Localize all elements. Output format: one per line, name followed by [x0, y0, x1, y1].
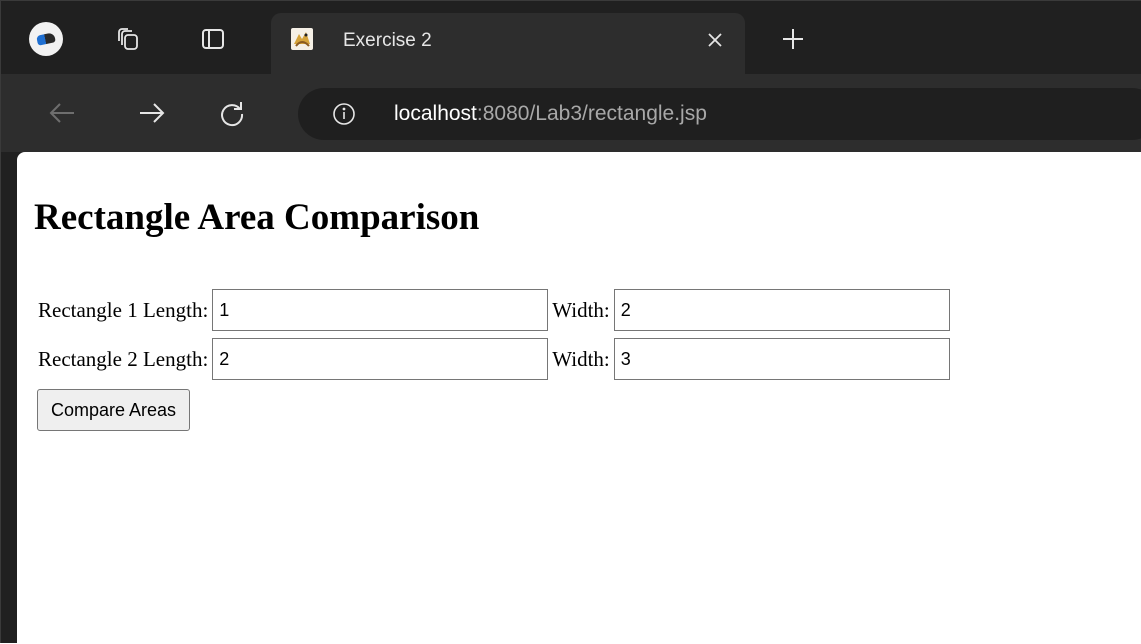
- workspaces-icon[interactable]: [115, 25, 143, 53]
- refresh-icon[interactable]: [215, 96, 249, 130]
- rect1-length-input[interactable]: [212, 289, 549, 331]
- info-icon[interactable]: [332, 102, 356, 126]
- rect2-width-input[interactable]: [613, 338, 950, 380]
- tab-actions-icon[interactable]: [199, 25, 227, 53]
- url-path: :8080/Lab3/rectangle.jsp: [476, 102, 707, 125]
- url-text: localhost:8080/Lab3/rectangle.jsp: [394, 102, 707, 126]
- rect1-width-label: Width:: [552, 297, 610, 322]
- rect2-length-input[interactable]: [212, 338, 549, 380]
- address-bar[interactable]: localhost:8080/Lab3/rectangle.jsp: [298, 88, 1141, 140]
- rect2-length-label: Rectangle 2 Length:: [38, 346, 209, 371]
- rectangle-1-row: Rectangle 1 Length: Width:: [38, 289, 954, 331]
- profile-avatar-icon[interactable]: [29, 22, 63, 56]
- close-icon[interactable]: [703, 28, 727, 52]
- forward-arrow-icon[interactable]: [135, 96, 169, 130]
- page-content: Rectangle Area Comparison Rectangle 1 Le…: [17, 152, 1141, 644]
- tab-strip: Exercise 2: [1, 1, 1141, 74]
- page-viewport: Rectangle Area Comparison Rectangle 1 Le…: [17, 152, 1141, 644]
- rectangle-2-row: Rectangle 2 Length: Width:: [38, 338, 954, 380]
- page-title: Rectangle Area Comparison: [34, 197, 480, 238]
- tab-active[interactable]: Exercise 2: [271, 13, 745, 74]
- url-host: localhost: [394, 102, 477, 125]
- compare-areas-button[interactable]: Compare Areas: [37, 389, 191, 431]
- rect1-length-label: Rectangle 1 Length:: [38, 297, 209, 322]
- tab-title: Exercise 2: [343, 30, 432, 51]
- plus-icon[interactable]: [779, 25, 807, 53]
- browser-window: Exercise 2 localhost:8080/Lab3/rectangle…: [0, 0, 1141, 644]
- rect2-width-label: Width:: [552, 346, 610, 371]
- rect1-width-input[interactable]: [613, 289, 950, 331]
- toolbar: localhost:8080/Lab3/rectangle.jsp: [1, 74, 1141, 152]
- tomcat-favicon-icon: [291, 28, 313, 50]
- back-arrow-icon[interactable]: [45, 96, 79, 130]
